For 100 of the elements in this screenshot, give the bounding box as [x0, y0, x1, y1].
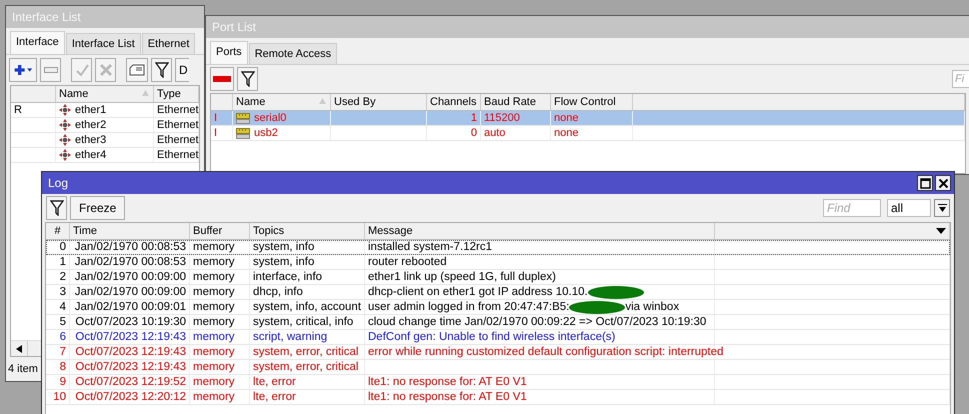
flow-control-cell: none — [551, 111, 633, 125]
row-number: 8 — [46, 360, 70, 374]
log-row[interactable]: 10 Oct/07/2023 12:20:12 memory lte, error lte1: no response for: AT E0 V1 — [46, 390, 950, 405]
minus-icon — [213, 76, 231, 82]
column-header[interactable]: Time — [70, 223, 190, 239]
interface-type: Ethernet — [154, 118, 199, 132]
row-number: 9 — [46, 375, 70, 389]
filter-button[interactable] — [46, 196, 67, 220]
interface-icon — [59, 149, 71, 161]
topics-cell: system, critical, info — [250, 315, 365, 329]
item-count: 4 item — [8, 363, 38, 375]
time-cell: Jan/02/1970 00:09:01 — [70, 300, 190, 314]
message-text: router rebooted — [368, 256, 447, 268]
log-row[interactable]: 5 Oct/07/2023 10:19:30 memory system, critical, info cloud change time Jan/02/1970 00:09:22 => Oct/07/2023 10:19:30 — [46, 315, 950, 330]
tab[interactable]: Remote Access — [248, 43, 338, 64]
column-header[interactable]: Topics — [250, 223, 365, 239]
sort-icon — [142, 90, 149, 96]
interface-type: Ethernet — [154, 133, 199, 147]
interface-row[interactable]: ether3 Ethernet — [11, 133, 199, 148]
buffer-cell: memory — [190, 330, 250, 344]
interface-row[interactable]: ether2 Ethernet — [11, 118, 199, 133]
log-row[interactable]: 7 Oct/07/2023 12:19:43 memory system, error, critical error while running customized default configuration script: interrupted — [46, 345, 950, 360]
column-header[interactable]: Message — [365, 223, 715, 239]
row-number: 5 — [46, 315, 70, 329]
tab[interactable]: Interface List — [66, 33, 141, 54]
message-text: cloud change time Jan/02/1970 00:09:22 => Oct/07/2023 10:19:30 — [368, 316, 706, 328]
window-title: Log — [48, 176, 68, 190]
tab[interactable]: Ethernet — [142, 33, 196, 54]
plus-icon — [13, 64, 33, 76]
port-icon — [236, 112, 250, 124]
check-icon — [74, 63, 88, 77]
filter-icon — [50, 200, 64, 216]
log-row[interactable]: 6 Oct/07/2023 12:19:43 memory script, warning DefConf gen: Unable to find wireless interface(s) — [46, 330, 950, 345]
buffer-cell: memory — [190, 285, 250, 299]
column-menu-icon[interactable] — [936, 228, 946, 234]
filter-button[interactable] — [151, 58, 172, 82]
comment-button[interactable] — [126, 58, 148, 82]
row-number: 1 — [46, 255, 70, 269]
column-header[interactable]: Name — [56, 86, 154, 102]
interface-type: Ethernet — [154, 148, 199, 162]
remove-button[interactable] — [210, 67, 234, 91]
find-field[interactable]: Fi — [952, 70, 969, 88]
close-icon — [938, 178, 948, 188]
column-header[interactable]: Buffer — [190, 223, 250, 239]
log-row[interactable]: 1 Jan/02/1970 00:08:53 memory system, info router rebooted — [46, 255, 950, 270]
tab[interactable]: Ports — [210, 41, 248, 64]
channels-cell: 0 — [427, 126, 481, 140]
tab[interactable]: Interface — [10, 31, 65, 54]
flag-text: I — [214, 112, 218, 124]
column-header[interactable]: Baud Rate — [481, 94, 551, 110]
column-header[interactable]: Type — [154, 86, 199, 102]
column-header[interactable]: # — [46, 223, 70, 239]
message-text: error while running customized default configuration script: interrupted — [368, 346, 724, 358]
left-arrow-icon — [16, 344, 22, 352]
buffer-cell: memory — [190, 390, 250, 404]
port-row[interactable]: I usb2 0 auto none — [211, 126, 965, 141]
column-header[interactable]: Channels — [427, 94, 481, 110]
row-number: 0 — [46, 240, 70, 254]
row-number: 7 — [46, 345, 70, 359]
flag-text: R — [14, 104, 22, 116]
maximize-button[interactable] — [917, 175, 933, 191]
topics-cell: system, error, critical — [250, 360, 365, 374]
topics-cell: system, error, critical — [250, 345, 365, 359]
interface-icon — [59, 134, 71, 146]
interface-row[interactable]: ether4 Ethernet — [11, 148, 199, 163]
buffer-cell: memory — [190, 270, 250, 284]
topics-cell: lte, error — [250, 375, 365, 389]
interface-row[interactable]: R ether1 Ethernet — [11, 103, 199, 118]
add-button[interactable] — [9, 58, 37, 82]
maximize-icon — [920, 178, 930, 188]
buffer-cell: memory — [190, 255, 250, 269]
port-name: usb2 — [254, 127, 278, 139]
interface-icon — [59, 119, 71, 131]
time-cell: Jan/02/1970 00:08:53 — [70, 240, 190, 254]
message-text: DefConf gen: Unable to find wireless interface(s) — [368, 331, 616, 343]
cross-icon — [98, 63, 112, 77]
filter-button[interactable] — [237, 67, 258, 91]
port-name: serial0 — [254, 112, 286, 124]
log-row[interactable]: 3 Jan/02/1970 00:09:00 memory dhcp, info dhcp-client on ether1 got IP address 10.10. — [46, 285, 950, 300]
toolbar-button[interactable]: D — [175, 58, 189, 82]
log-row[interactable]: 2 Jan/02/1970 00:09:00 memory interface, info ether1 link up (speed 1G, full duplex) — [46, 270, 950, 285]
log-row[interactable]: 9 Oct/07/2023 12:19:52 memory lte, error lte1: no response for: AT E0 V1 — [46, 375, 950, 390]
find-field[interactable]: Find — [823, 199, 881, 217]
interface-icon — [59, 104, 71, 116]
column-header[interactable]: Used By — [331, 94, 427, 110]
column-header[interactable]: Name — [233, 94, 331, 110]
message-text: lte1: no response for: AT E0 V1 — [368, 391, 527, 403]
row-number: 10 — [46, 390, 70, 404]
close-button[interactable] — [935, 175, 951, 191]
log-row[interactable]: 8 Oct/07/2023 12:19:43 memory system, error, critical — [46, 360, 950, 375]
filter-dropdown[interactable]: all — [887, 199, 931, 217]
log-row[interactable]: 0 Jan/02/1970 00:08:53 memory system, info installed system-7.12rc1 — [46, 240, 950, 255]
topics-cell: system, info — [250, 255, 365, 269]
topics-cell: interface, info — [250, 270, 365, 284]
buffer-cell: memory — [190, 360, 250, 374]
log-row[interactable]: 4 Jan/02/1970 00:09:01 memory system, info, account user admin logged in from 20:47:47:B5: via winbox — [46, 300, 950, 315]
column-header[interactable]: Flow Control — [551, 94, 633, 110]
dropdown-button[interactable] — [934, 199, 950, 217]
freeze-button[interactable]: Freeze — [70, 196, 126, 220]
time-cell: Oct/07/2023 12:19:43 — [70, 345, 190, 359]
